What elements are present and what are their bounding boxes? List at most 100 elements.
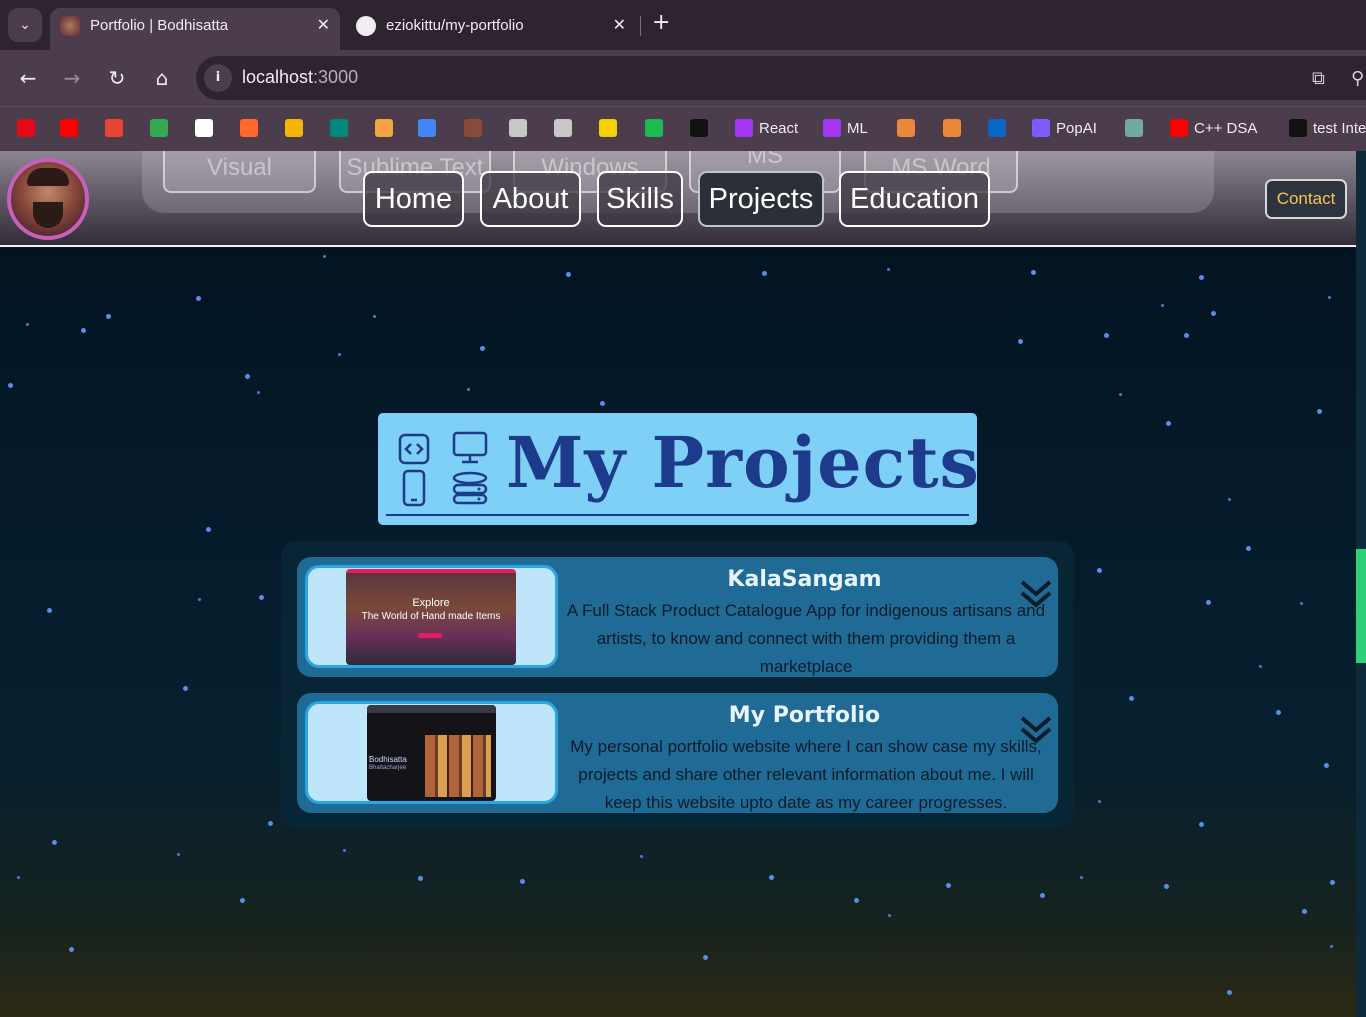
star-decoration — [259, 595, 264, 600]
spotify-icon — [645, 119, 663, 137]
nav-about[interactable]: About — [480, 171, 581, 227]
bookmark-item[interactable] — [897, 117, 915, 139]
back-icon[interactable]: ← — [14, 64, 42, 92]
bookmark-label: test Inte — [1313, 119, 1366, 137]
star-decoration — [1098, 800, 1101, 803]
star-decoration — [887, 268, 890, 271]
project-card-portfolio[interactable]: Bodhisatta Bhattacharjee My Portfolio My… — [297, 693, 1058, 813]
project-thumbnail-frame: Bodhisatta Bhattacharjee — [305, 701, 558, 804]
project-description: A Full Stack Product Catalogue App for i… — [566, 601, 1046, 676]
contact-button[interactable]: Contact — [1265, 179, 1347, 219]
star-decoration — [566, 272, 571, 277]
bookmark-item[interactable] — [60, 117, 78, 139]
star-decoration — [1104, 333, 1109, 338]
close-icon[interactable]: ✕ — [613, 15, 626, 34]
close-icon[interactable]: ✕ — [317, 15, 330, 34]
bookmark-item[interactable] — [17, 117, 35, 139]
bookmark-item[interactable] — [464, 117, 482, 139]
forward-icon[interactable]: → — [58, 64, 86, 92]
chevron-down-icon[interactable] — [1019, 713, 1053, 747]
star-decoration — [480, 346, 485, 351]
bookmark-item[interactable] — [690, 117, 708, 139]
project-thumbnail: Explore The World of Hand made Items — [346, 569, 516, 665]
codechef-icon — [897, 119, 915, 137]
tab-github[interactable]: eziokittu/my-portfolio ✕ — [346, 8, 636, 50]
project-title: KalaSangam — [727, 567, 882, 592]
nav-skills[interactable]: Skills — [597, 171, 683, 227]
star-decoration — [888, 914, 891, 917]
bookmark-item[interactable] — [988, 117, 1006, 139]
star-decoration — [854, 898, 859, 903]
star-decoration — [240, 898, 245, 903]
reload-icon[interactable]: ↻ — [103, 64, 131, 92]
bookmark-item[interactable] — [1125, 117, 1143, 139]
star-decoration — [1328, 296, 1331, 299]
star-decoration — [1031, 270, 1036, 275]
bookmark-label: ML — [847, 119, 868, 137]
home-icon[interactable]: ⌂ — [148, 64, 176, 92]
new-tab-button[interactable]: + — [652, 10, 670, 35]
x-icon — [240, 119, 258, 137]
bookmark-item[interactable]: test Inte — [1289, 117, 1366, 139]
star-decoration — [1164, 884, 1169, 889]
site-info-icon[interactable]: i — [204, 64, 232, 92]
bookmark-item[interactable] — [105, 117, 123, 139]
star-decoration — [257, 391, 260, 394]
star-decoration — [1276, 710, 1281, 715]
browser-toolbar: ← → ↻ ⌂ i localhost:3000 ⧉ ⚲ — [0, 50, 1366, 106]
star-decoration — [1199, 822, 1204, 827]
bookmark-item[interactable] — [599, 117, 617, 139]
netflix-icon — [17, 119, 35, 137]
scrollbar-thumb[interactable] — [1356, 549, 1366, 663]
bookmark-item[interactable] — [150, 117, 168, 139]
star-decoration — [343, 849, 346, 852]
bookmark-item[interactable] — [195, 117, 213, 139]
nav-home[interactable]: Home — [363, 171, 464, 227]
star-decoration — [268, 821, 273, 826]
star-decoration — [1161, 304, 1164, 307]
bookmark-item[interactable]: ML — [823, 117, 868, 139]
chevron-down-icon[interactable] — [1019, 577, 1053, 611]
bookmark-item[interactable] — [330, 117, 348, 139]
open-in-app-icon[interactable]: ⧉ — [1312, 68, 1325, 89]
page-scrollbar[interactable] — [1356, 151, 1366, 1017]
classroom-icon — [285, 119, 303, 137]
bookmark-item[interactable] — [285, 117, 303, 139]
star-decoration — [762, 271, 767, 276]
bookmark-label: React — [759, 119, 799, 137]
star-decoration — [196, 296, 201, 301]
star-decoration — [1330, 945, 1333, 948]
bookmarks-bar: React ML PopAI C++ DSA test Inte — [0, 106, 1366, 151]
star-decoration — [1259, 665, 1262, 668]
tab-search-button[interactable]: ⌄ — [8, 8, 42, 42]
projects-title: My Projects — [506, 421, 980, 504]
project-card-kalasangam[interactable]: Explore The World of Hand made Items Kal… — [297, 557, 1058, 677]
url-host: localhost — [242, 67, 314, 87]
zoom-icon[interactable]: ⚲ — [1351, 68, 1364, 89]
star-decoration — [17, 876, 20, 879]
star-decoration — [467, 388, 470, 391]
address-bar[interactable]: i localhost:3000 ⧉ ⚲ — [196, 56, 1366, 100]
bookmark-item[interactable] — [375, 117, 393, 139]
bookmark-item[interactable] — [240, 117, 258, 139]
star-decoration — [1080, 876, 1083, 879]
bookmark-item[interactable] — [943, 117, 961, 139]
bookmark-item[interactable]: C++ DSA — [1170, 117, 1257, 139]
bookmark-item[interactable]: PopAI — [1032, 117, 1097, 139]
bookmark-item[interactable] — [645, 117, 663, 139]
bookmark-item[interactable] — [509, 117, 527, 139]
linkedin-icon — [988, 119, 1006, 137]
tab-strip: ⌄ Portfolio | Bodhisatta ✕ eziokittu/my-… — [0, 0, 1366, 50]
portfolio-page: Visual Studios Sublime Text Windows MS P… — [0, 151, 1356, 1017]
nav-education[interactable]: Education — [839, 171, 990, 227]
thumbnail-button — [418, 633, 442, 638]
bookmark-item[interactable] — [418, 117, 436, 139]
bookmark-item[interactable] — [554, 117, 572, 139]
tab-portfolio[interactable]: Portfolio | Bodhisatta ✕ — [50, 8, 340, 50]
nav-projects[interactable]: Projects — [698, 171, 824, 227]
avatar[interactable] — [7, 158, 89, 240]
bookmark-item[interactable]: React — [735, 117, 798, 139]
pen-icon — [599, 119, 617, 137]
thumbnail-subcaption: The World of Hand made Items — [361, 611, 501, 622]
layers-icon — [375, 119, 393, 137]
